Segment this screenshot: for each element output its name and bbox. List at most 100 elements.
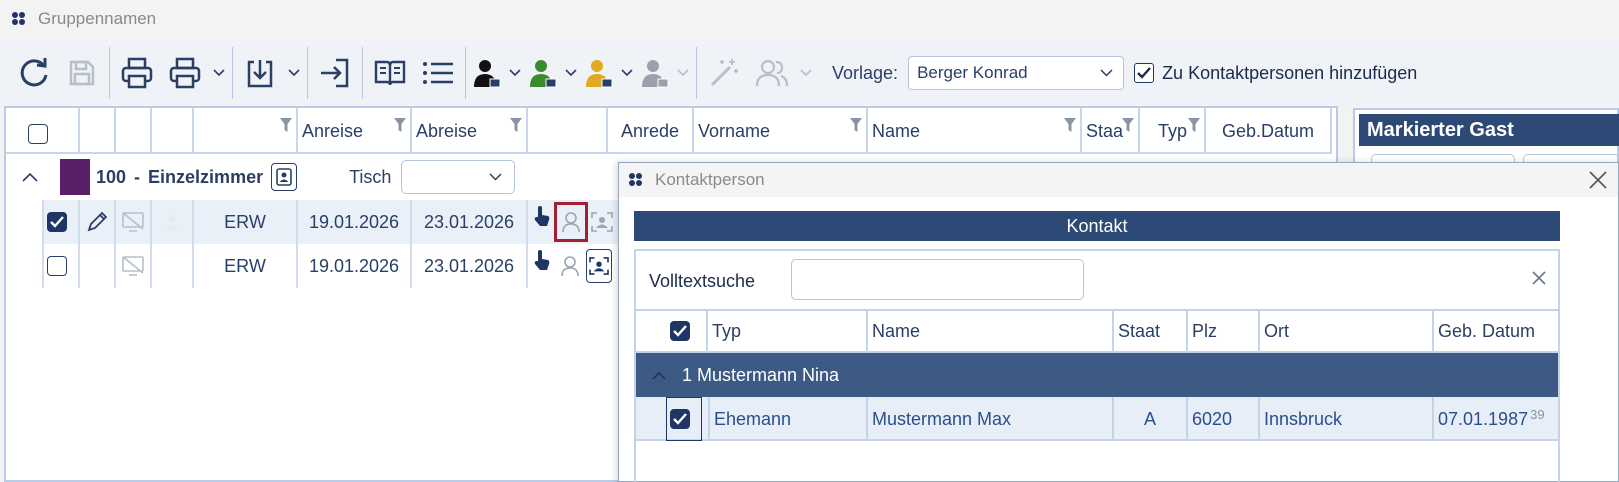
add-contacts-label: Zu Kontaktpersonen hinzufügen: [1162, 62, 1418, 83]
guest-yellow-button[interactable]: [581, 47, 617, 99]
chevron-down-icon: [509, 69, 521, 77]
import-dropdown[interactable]: [284, 47, 304, 99]
row-select-cell[interactable]: [42, 244, 80, 288]
header-anrede[interactable]: Anrede: [608, 108, 694, 154]
header-anreise-label: Anreise: [302, 121, 364, 141]
table-label: Tisch: [349, 166, 392, 187]
print-button[interactable]: [113, 47, 161, 99]
window-title: Gruppennamen: [38, 9, 157, 28]
avatar-cell: [152, 244, 194, 288]
header-typ[interactable]: Typ: [1140, 108, 1206, 154]
contact-card-button[interactable]: [586, 249, 612, 283]
room-color-swatch: [60, 159, 90, 195]
guest-black-dropdown[interactable]: [505, 47, 525, 99]
contact-card-icon: [276, 168, 292, 186]
contact-person-button[interactable]: [554, 202, 588, 242]
contact-select-cell[interactable]: [636, 397, 708, 441]
clear-icon[interactable]: [1532, 271, 1546, 285]
print-dropdown[interactable]: [209, 47, 229, 99]
header-staat[interactable]: Staa: [1082, 108, 1140, 154]
room-number: 100: [96, 166, 127, 187]
row-checkbox[interactable]: [47, 256, 67, 276]
checkmark-icon: [673, 325, 687, 337]
contact-group-row[interactable]: 1 Mustermann Nina: [636, 353, 1558, 397]
room-type: Einzelzimmer: [148, 166, 264, 187]
dialog-title: Kontaktperson: [655, 170, 765, 189]
header-geb-datum[interactable]: Geb.Datum: [1206, 108, 1332, 154]
avatar-cell: [152, 200, 194, 244]
guest-gray-button[interactable]: [637, 47, 673, 99]
header-geb-datum[interactable]: Geb. Datum: [1434, 309, 1558, 353]
header-vorname[interactable]: Vorname: [694, 108, 868, 154]
screen-cell[interactable]: [116, 244, 152, 288]
header-typ-label: Typ: [1158, 121, 1188, 141]
no-screen-icon: [122, 212, 144, 232]
header-typ[interactable]: Typ: [708, 309, 868, 353]
select-all-checkbox[interactable]: [28, 124, 48, 144]
header-cell: [80, 108, 116, 154]
edit-cell[interactable]: [80, 244, 116, 288]
contact-geb-datum: 07.01.1987: [1438, 408, 1529, 429]
import-button[interactable]: [236, 47, 284, 99]
toolbar-separator: [232, 47, 233, 99]
header-name-label: Name: [872, 121, 921, 141]
header-plz[interactable]: Plz: [1188, 309, 1260, 353]
table-select[interactable]: [401, 160, 516, 194]
actions-cell: [528, 200, 624, 244]
contact-checkbox[interactable]: [670, 409, 690, 429]
header-staat[interactable]: Staat: [1114, 309, 1188, 353]
vorlage-label: Vorlage:: [832, 62, 899, 83]
book-icon: [374, 60, 406, 86]
contact-staat: A: [1114, 397, 1188, 441]
contacts-select-all-header[interactable]: [636, 309, 708, 353]
row-checkbox[interactable]: [47, 212, 67, 232]
refresh-button[interactable]: [10, 47, 58, 99]
header-select-all[interactable]: [6, 108, 80, 154]
book-button[interactable]: [366, 47, 414, 99]
chevron-down-icon: [565, 69, 577, 77]
guest-gray-dropdown[interactable]: [673, 47, 693, 99]
export-icon: [321, 58, 349, 88]
guest-row[interactable]: ERW 19.01.2026 23.01.2026: [42, 200, 642, 244]
filter-icon: [1122, 118, 1134, 132]
guest-yellow-dropdown[interactable]: [617, 47, 637, 99]
screen-cell[interactable]: [116, 200, 152, 244]
room-contact-button[interactable]: [271, 163, 298, 191]
save-button[interactable]: [58, 47, 106, 99]
magic-wand-button[interactable]: [700, 47, 748, 99]
guest-green-dropdown[interactable]: [561, 47, 581, 99]
guest-row[interactable]: ERW 19.01.2026 23.01.2026: [42, 244, 642, 288]
header-name[interactable]: Name: [868, 309, 1114, 353]
add-contacts-checkbox[interactable]: [1134, 63, 1155, 83]
contact-card-icon: [589, 257, 609, 275]
contact-group-label: 1 Mustermann Nina: [682, 364, 840, 385]
guest-green-button[interactable]: [525, 47, 561, 99]
vorlage-select[interactable]: Berger Konrad: [908, 56, 1125, 90]
group-button[interactable]: [748, 47, 796, 99]
header-cell[interactable]: [194, 108, 298, 154]
header-abreise-label: Abreise: [416, 121, 478, 141]
header-ort[interactable]: Ort: [1260, 309, 1434, 353]
filter-icon: [510, 118, 522, 132]
close-icon[interactable]: [1588, 170, 1608, 190]
toolbar-separator: [109, 47, 110, 99]
search-input[interactable]: [791, 259, 1084, 300]
print-options-button[interactable]: [161, 47, 209, 99]
add-contacts-option[interactable]: Zu Kontaktpersonen hinzufügen: [1134, 63, 1417, 84]
arrival-cell: 19.01.2026: [298, 200, 412, 244]
edit-cell[interactable]: [80, 200, 116, 244]
list-icon: [423, 62, 453, 84]
window-titlebar: Gruppennamen: [0, 0, 1619, 38]
contact-checkbox-focus[interactable]: [666, 397, 702, 441]
list-button[interactable]: [414, 47, 462, 99]
contact-row[interactable]: Ehemann Mustermann Max A 6020 Innsbruck …: [636, 397, 1558, 441]
guest-black-button[interactable]: [469, 47, 505, 99]
export-button[interactable]: [311, 47, 359, 99]
header-anreise[interactable]: Anreise: [298, 108, 412, 154]
header-abreise[interactable]: Abreise: [412, 108, 528, 154]
contacts-select-all-checkbox[interactable]: [670, 321, 690, 341]
group-dropdown[interactable]: [796, 47, 816, 99]
contact-card-icon: [591, 212, 613, 232]
header-name[interactable]: Name: [868, 108, 1082, 154]
row-select-cell[interactable]: [42, 200, 80, 244]
